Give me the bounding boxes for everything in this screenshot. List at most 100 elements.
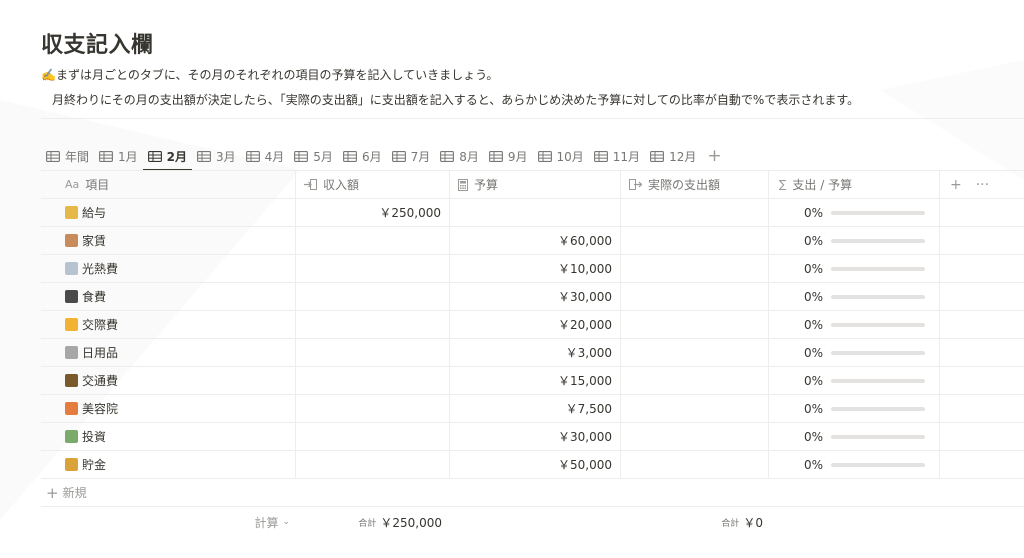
- cell-spacer: [940, 451, 1024, 478]
- progress-bar: [831, 266, 925, 271]
- table-icon: [294, 150, 309, 162]
- cell-name[interactable]: 投資: [41, 423, 296, 450]
- cell-actual[interactable]: [621, 283, 769, 310]
- cell-budget[interactable]: ￥10,000: [450, 255, 621, 282]
- cell-budget[interactable]: ￥20,000: [450, 311, 621, 338]
- cell-actual[interactable]: [621, 451, 769, 478]
- table-row[interactable]: 給与 ￥250,000 0%: [41, 199, 1024, 227]
- cell-income[interactable]: [296, 339, 450, 366]
- cell-name[interactable]: 日用品: [41, 339, 296, 366]
- calculate-label: 計算: [254, 515, 279, 530]
- ratio-display: 0%: [779, 318, 939, 332]
- cell-ratio[interactable]: 0%: [769, 311, 940, 338]
- more-options-button[interactable]: ···: [976, 177, 989, 193]
- cell-income[interactable]: [296, 311, 450, 338]
- cell-budget[interactable]: ￥7,500: [450, 395, 621, 422]
- cell-actual[interactable]: [621, 255, 769, 282]
- cell-income[interactable]: [296, 283, 450, 310]
- cell-income[interactable]: [296, 395, 450, 422]
- table-row[interactable]: 貯金 ￥50,000 0%: [41, 451, 1024, 479]
- income-total[interactable]: 合計 ￥250,000: [296, 514, 450, 531]
- cell-budget[interactable]: [450, 199, 621, 226]
- cell-name[interactable]: 美容院: [41, 395, 296, 422]
- table-row[interactable]: 交通費 ￥15,000 0%: [41, 367, 1024, 395]
- cell-actual[interactable]: [621, 339, 769, 366]
- table-row[interactable]: 光熱費 ￥10,000 0%: [41, 255, 1024, 283]
- tab-10[interactable]: 10月: [533, 142, 589, 170]
- tab-label: 10月: [556, 149, 584, 164]
- tab-label: 6月: [361, 149, 382, 164]
- tab-1[interactable]: 1月: [94, 142, 143, 170]
- cell-spacer: [940, 423, 1024, 450]
- item-emoji-icon: [65, 234, 78, 247]
- cell-ratio[interactable]: 0%: [769, 255, 940, 282]
- cell-budget[interactable]: ￥30,000: [450, 423, 621, 450]
- add-column-button[interactable]: +: [950, 177, 962, 193]
- cell-ratio[interactable]: 0%: [769, 199, 940, 226]
- item-emoji-icon: [65, 458, 78, 471]
- new-row-button[interactable]: + 新規: [41, 479, 1024, 507]
- add-view-button[interactable]: +: [701, 142, 727, 170]
- column-header-budget[interactable]: 予算: [450, 171, 621, 198]
- cell-name[interactable]: 給与: [41, 199, 296, 226]
- cell-ratio[interactable]: 0%: [769, 395, 940, 422]
- page-description-line-1: ✍️まずは月ごとのタブに、その月のそれぞれの項目の予算を記入していきましょう。: [41, 68, 499, 82]
- cell-actual[interactable]: [621, 423, 769, 450]
- actual-total[interactable]: 合計 ￥0: [621, 514, 769, 531]
- cell-name[interactable]: 食費: [41, 283, 296, 310]
- table-row[interactable]: 投資 ￥30,000 0%: [41, 423, 1024, 451]
- cell-budget[interactable]: ￥60,000: [450, 227, 621, 254]
- table-row[interactable]: 家賃 ￥60,000 0%: [41, 227, 1024, 255]
- tab-2[interactable]: 2月: [142, 142, 193, 171]
- cell-ratio[interactable]: 0%: [769, 339, 940, 366]
- cell-budget[interactable]: ￥3,000: [450, 339, 621, 366]
- tab-8[interactable]: 8月: [435, 142, 484, 170]
- ratio-value: 0%: [803, 261, 823, 276]
- cell-name[interactable]: 交通費: [41, 367, 296, 394]
- tab-12[interactable]: 12月: [645, 142, 701, 170]
- cell-income[interactable]: ￥250,000: [296, 199, 450, 226]
- cell-ratio[interactable]: 0%: [769, 227, 940, 254]
- cell-name[interactable]: 交際費: [41, 311, 296, 338]
- cell-budget[interactable]: ￥30,000: [450, 283, 621, 310]
- tab-7[interactable]: 7月: [387, 142, 436, 170]
- table-row[interactable]: 交際費 ￥20,000 0%: [41, 311, 1024, 339]
- tab-11[interactable]: 11月: [589, 142, 645, 170]
- cell-income[interactable]: [296, 423, 450, 450]
- cell-income[interactable]: [296, 367, 450, 394]
- tab-5[interactable]: 5月: [289, 142, 338, 170]
- cell-spacer: [940, 227, 1024, 254]
- column-header-name[interactable]: Aa 項目: [41, 171, 296, 198]
- cell-ratio[interactable]: 0%: [769, 451, 940, 478]
- table-row[interactable]: 美容院 ￥7,500 0%: [41, 395, 1024, 423]
- tab-label: 3月: [216, 149, 236, 164]
- table-row[interactable]: 日用品 ￥3,000 0%: [41, 339, 1024, 367]
- cell-income[interactable]: [296, 227, 450, 254]
- column-header-income[interactable]: 収入額: [296, 171, 450, 198]
- table-icon: [391, 150, 406, 162]
- cell-income[interactable]: [296, 255, 450, 282]
- cell-name[interactable]: 光熱費: [41, 255, 296, 282]
- cell-ratio[interactable]: 0%: [769, 283, 940, 310]
- cell-actual[interactable]: [621, 367, 769, 394]
- cell-budget[interactable]: ￥50,000: [450, 451, 621, 478]
- tab-9[interactable]: 9月: [484, 142, 533, 170]
- tab-0[interactable]: 年間: [41, 142, 94, 170]
- cell-ratio[interactable]: 0%: [769, 423, 940, 450]
- calculate-dropdown[interactable]: 計算 ⌄: [41, 514, 296, 531]
- cell-name[interactable]: 貯金: [41, 451, 296, 478]
- tab-3[interactable]: 3月: [192, 142, 241, 170]
- tab-4[interactable]: 4月: [241, 142, 290, 170]
- cell-actual[interactable]: [621, 199, 769, 226]
- cell-actual[interactable]: [621, 395, 769, 422]
- cell-actual[interactable]: [621, 227, 769, 254]
- column-header-actual[interactable]: 実際の支出額: [621, 171, 769, 198]
- cell-budget[interactable]: ￥15,000: [450, 367, 621, 394]
- cell-income[interactable]: [296, 451, 450, 478]
- table-row[interactable]: 食費 ￥30,000 0%: [41, 283, 1024, 311]
- tab-6[interactable]: 6月: [338, 142, 387, 170]
- cell-name[interactable]: 家賃: [41, 227, 296, 254]
- cell-ratio[interactable]: 0%: [769, 367, 940, 394]
- column-header-ratio[interactable]: ∑ 支出 / 予算: [769, 171, 940, 198]
- cell-actual[interactable]: [621, 311, 769, 338]
